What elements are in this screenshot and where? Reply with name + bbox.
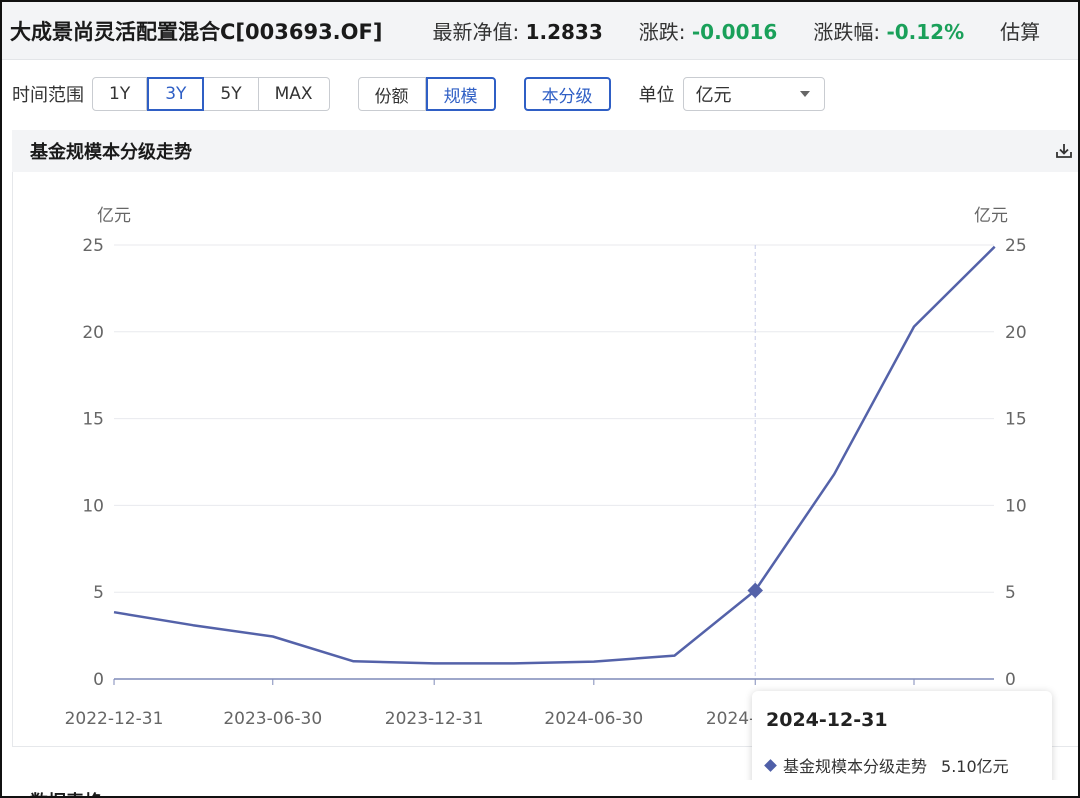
tooltip-value: 5.10亿元 <box>941 757 1009 776</box>
footer-strip <box>2 780 1078 796</box>
y-tick-right: 25 <box>1005 236 1027 256</box>
y-tick-right: 0 <box>1005 670 1016 690</box>
y-tick-right: 10 <box>1005 496 1027 516</box>
y-tick-right: 15 <box>1005 410 1027 430</box>
y-tick-left: 10 <box>82 496 104 516</box>
chart-tooltip: 2024-12-31 基金规模本分级走势 5.10亿元 <box>752 691 1052 789</box>
x-tick-label: 2022-12-31 <box>65 709 164 729</box>
y-tick-left: 0 <box>93 670 104 690</box>
y-tick-left: 25 <box>82 236 104 256</box>
tooltip-row: 基金规模本分级走势 5.10亿元 <box>762 753 1009 777</box>
tooltip-date: 2024-12-31 <box>766 709 888 731</box>
y-tick-right: 20 <box>1005 323 1027 343</box>
y-tick-left: 20 <box>82 323 104 343</box>
x-tick-label: 2024-06-30 <box>544 709 643 729</box>
tooltip-series-name: 基金规模本分级走势 <box>783 757 928 776</box>
x-tick-label: 2023-12-31 <box>385 709 484 729</box>
y-tick-left: 5 <box>93 583 104 603</box>
y-axis-right-unit: 亿元 <box>974 206 1008 226</box>
chart-plot[interactable]: 亿元 亿元 0 0 5 5 10 10 15 15 20 20 25 25 2022-12-31 202… <box>2 2 1080 798</box>
y-tick-right: 5 <box>1005 583 1016 603</box>
data-table-title: 数据表格 <box>30 788 102 796</box>
fund-panel: 大成景尚灵活配置混合C[003693.OF] 最新净值: 1.2833 涨跌: … <box>0 0 1080 798</box>
series-line <box>113 245 996 665</box>
y-tick-left: 15 <box>82 410 104 430</box>
x-tick-label: 2023-06-30 <box>223 709 322 729</box>
series-marker-icon <box>764 758 777 772</box>
y-axis-left-unit: 亿元 <box>97 206 131 226</box>
